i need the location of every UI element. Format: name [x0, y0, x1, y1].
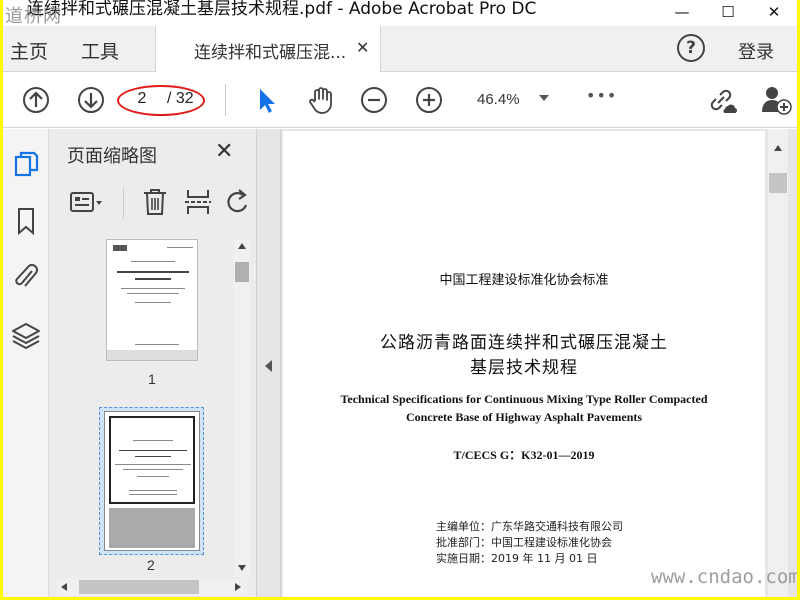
title-english-line-2: Concrete Base of Highway Asphalt Pavemen…	[405, 410, 643, 424]
panel-close-button[interactable]: ✕	[215, 139, 233, 164]
document-page: 中国工程建设标准化协会标准 公路沥青路面连续拌和式碾压混凝土 基层技术规程 Te…	[283, 131, 765, 597]
left-navigation-rail	[3, 129, 49, 597]
toolbar-divider	[225, 84, 226, 116]
page-navigation: / 32	[121, 86, 203, 114]
panel-splitter[interactable]	[256, 129, 281, 597]
menu-bar: 主页 工具 连续拌和式碾压混... ✕ ? 登录	[3, 26, 797, 72]
home-tab[interactable]: 主页	[10, 37, 48, 64]
collapse-panel-icon[interactable]	[265, 360, 272, 372]
thumbnail-vertical-scrollbar[interactable]	[234, 239, 250, 577]
help-button[interactable]: ?	[677, 34, 705, 62]
scroll-up-icon[interactable]	[774, 145, 782, 151]
scroll-thumb[interactable]	[235, 262, 249, 282]
page-total: / 32	[167, 90, 194, 107]
zoom-level-select[interactable]: 46.4%	[477, 91, 520, 108]
toolbar: / 32 46.4% •••	[3, 72, 797, 128]
chief-editor-unit: 主编单位：广东华路交通科技有限公司	[436, 520, 623, 533]
minimize-button[interactable]: —	[659, 0, 705, 24]
maximize-icon: ☐	[721, 3, 735, 21]
minimize-icon: —	[674, 3, 690, 21]
page-number-input[interactable]	[129, 87, 155, 111]
bookmark-icon[interactable]	[10, 205, 42, 237]
delete-icon[interactable]	[141, 187, 169, 217]
add-user-icon[interactable]	[760, 84, 792, 116]
document-tab[interactable]: 连续拌和式碾压混... ✕	[155, 26, 381, 72]
scroll-left-icon[interactable]	[61, 583, 67, 591]
title-english-line-1: Technical Specifications for Continuous …	[340, 392, 708, 406]
title-chinese-line-1: 公路沥青路面连续拌和式碾压混凝土	[380, 333, 668, 353]
zoom-in-icon[interactable]	[413, 84, 445, 116]
chevron-down-icon[interactable]	[539, 95, 549, 101]
select-cursor-icon[interactable]	[251, 84, 283, 116]
document-tab-label: 连续拌和式碾压混...	[194, 43, 347, 63]
document-tab-close-button[interactable]: ✕	[356, 38, 369, 57]
insert-page-icon[interactable]	[183, 187, 213, 217]
title-chinese-line-2: 基层技术规程	[470, 358, 578, 378]
next-page-icon[interactable]	[75, 84, 107, 116]
tools-tab[interactable]: 工具	[81, 37, 119, 64]
watermark-bottom: www.cndao.com	[651, 566, 797, 588]
thumbnail-options-icon[interactable]	[69, 189, 103, 217]
more-tools-icon[interactable]: •••	[586, 86, 617, 105]
attachment-icon[interactable]	[10, 261, 42, 293]
thumbnail-horizontal-scrollbar[interactable]	[57, 579, 247, 595]
previous-page-icon[interactable]	[20, 84, 52, 116]
thumbnail-list[interactable]: 1 2	[49, 239, 229, 579]
tools-divider	[123, 187, 124, 219]
layers-icon[interactable]	[10, 320, 42, 352]
standard-organization: 中国工程建设标准化协会标准	[439, 273, 609, 288]
thumbnail-tools	[49, 177, 256, 227]
scroll-thumb[interactable]	[79, 580, 199, 594]
thumbnail-page-2[interactable]	[104, 411, 200, 551]
page-thumbnails-icon[interactable]	[10, 149, 42, 181]
close-window-button[interactable]: ✕	[751, 0, 797, 24]
window-title: 连续拌和式碾压混凝土基层技术规程.pdf - Adobe Acrobat Pro…	[27, 0, 537, 19]
maximize-button[interactable]: ☐	[705, 0, 751, 24]
watermark-top: 道桥网	[5, 6, 62, 27]
page-thumbnails-panel: 页面缩略图 ✕ 1 2	[49, 129, 256, 597]
scroll-down-icon[interactable]	[238, 565, 246, 571]
effective-date: 实施日期：2019 年 11 月 01 日	[436, 552, 598, 565]
panel-title: 页面缩略图	[67, 146, 157, 167]
standard-code: T/CECS G：K32-01—2019	[453, 448, 595, 462]
share-link-icon[interactable]	[705, 84, 737, 116]
scroll-thumb[interactable]	[769, 173, 787, 193]
approval-department: 批准部门：中国工程建设标准化协会	[436, 536, 612, 549]
thumbnail-label-2: 2	[147, 557, 155, 573]
title-bar: 连续拌和式碾压混凝土基层技术规程.pdf - Adobe Acrobat Pro…	[3, 0, 797, 27]
document-view[interactable]: 中国工程建设标准化协会标准 公路沥青路面连续拌和式碾压混凝土 基层技术规程 Te…	[281, 129, 797, 597]
scroll-right-icon[interactable]	[235, 583, 241, 591]
zoom-out-icon[interactable]	[358, 84, 390, 116]
login-button[interactable]: 登录	[738, 38, 774, 64]
rotate-icon[interactable]	[225, 187, 249, 217]
thumbnail-label-1: 1	[148, 371, 156, 387]
acrobat-window: 连续拌和式碾压混凝土基层技术规程.pdf - Adobe Acrobat Pro…	[3, 0, 797, 597]
scroll-up-icon[interactable]	[238, 243, 246, 249]
document-vertical-scrollbar[interactable]	[768, 129, 788, 597]
close-icon: ✕	[767, 3, 781, 21]
thumb-logo	[113, 245, 127, 251]
hand-tool-icon[interactable]	[305, 84, 337, 116]
thumbnail-page-1[interactable]	[106, 239, 198, 361]
